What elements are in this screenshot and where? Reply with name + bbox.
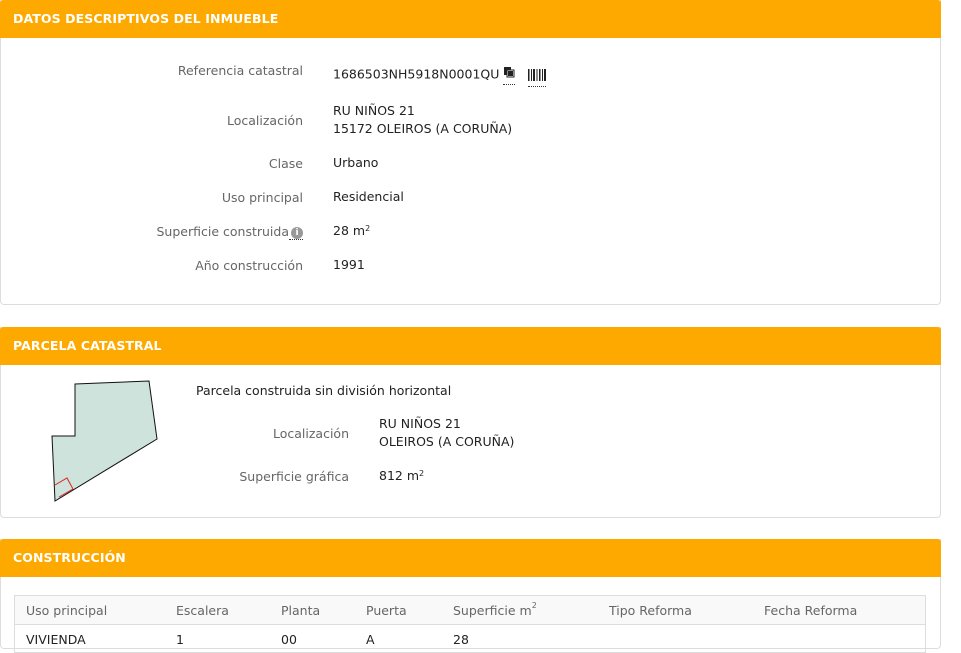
uso-value: Residencial (333, 189, 404, 204)
superficie-construida-text: Superficie construida (156, 224, 290, 239)
superficie-unit-sup: 2 (365, 224, 371, 233)
cell-tipo-reforma (598, 625, 753, 653)
barcode-icon[interactable] (528, 66, 546, 87)
parcela-localizacion-label: Localización (272, 426, 349, 441)
table-row: VIVIENDA 1 00 A 28 (15, 625, 926, 653)
col-superficie: Superficie m2 (442, 595, 598, 625)
parcel-map[interactable] (41, 377, 166, 507)
col-planta: Planta (270, 595, 355, 625)
col-fecha-reforma: Fecha Reforma (753, 595, 926, 625)
cell-fecha-reforma (753, 625, 926, 653)
superficie-grafica-sup: 2 (419, 469, 425, 478)
info-tooltip-trigger[interactable]: i (289, 224, 303, 240)
referencia-label: Referencia catastral (177, 63, 303, 78)
col-escalera: Escalera (165, 595, 270, 625)
cell-planta: 00 (281, 632, 297, 647)
parcela-localizacion-value: RU NIÑOS 21 OLEIROS (A CORUÑA) (379, 415, 514, 451)
superficie-construida-number: 28 m (333, 223, 366, 238)
superficie-grafica-number: 812 m (379, 468, 420, 483)
uso-label: Uso principal (221, 190, 303, 205)
parcela-localizacion-line1: RU NIÑOS 21 (379, 416, 461, 431)
datos-descriptivos-title: DATOS DESCRIPTIVOS DEL INMUEBLE (0, 0, 941, 38)
cell-escalera: 1 (176, 632, 184, 647)
datos-descriptivos-panel: DATOS DESCRIPTIVOS DEL INMUEBLE Referenc… (0, 0, 941, 305)
superficie-grafica-value: 812 m2 (379, 467, 424, 485)
localizacion-line1: RU NIÑOS 21 (333, 103, 415, 118)
construccion-panel: CONSTRUCCIÓN Uso principal Escalera Plan… (0, 539, 941, 653)
clase-value: Urbano (333, 155, 379, 170)
construccion-table: Uso principal Escalera Planta Puerta Sup… (14, 595, 926, 653)
parcel-shape (51, 380, 158, 502)
superficie-grafica-label: Superficie gráfica (239, 469, 349, 484)
parcela-description: Parcela construida sin división horizont… (196, 383, 452, 398)
parcela-catastral-title: PARCELA CATASTRAL (0, 327, 941, 365)
localizacion-label: Localización (226, 113, 303, 128)
referencia-text: 1686503NH5918N0001QU (333, 66, 500, 82)
col-superficie-text: Superficie m (453, 602, 532, 618)
col-tipo-reforma: Tipo Reforma (598, 595, 753, 625)
cell-puerta: A (366, 632, 375, 647)
referencia-value: 1686503NH5918N0001QU (333, 65, 516, 85)
parcela-catastral-panel: PARCELA CATASTRAL Parcela construida sin… (0, 327, 941, 518)
anio-label: Año construcción (195, 258, 303, 273)
col-superficie-sup: 2 (531, 600, 537, 610)
info-icon: i (291, 226, 303, 239)
col-uso-principal: Uso principal (14, 595, 165, 625)
parcela-localizacion-line2: OLEIROS (A CORUÑA) (379, 434, 515, 449)
copy-icon[interactable] (503, 65, 516, 85)
localizacion-line2: 15172 OLEIROS (A CORUÑA) (333, 121, 513, 136)
localizacion-value: RU NIÑOS 21 15172 OLEIROS (A CORUÑA) (333, 102, 512, 138)
anio-value: 1991 (333, 257, 365, 272)
superficie-construida-value: 28 m2 (333, 222, 370, 240)
col-puerta: Puerta (355, 595, 442, 625)
construccion-title: CONSTRUCCIÓN (0, 539, 941, 577)
table-header-row: Uso principal Escalera Planta Puerta Sup… (14, 595, 926, 625)
clase-label: Clase (268, 156, 303, 171)
superficie-construida-label: Superficie construida i (101, 224, 303, 240)
cell-superficie: 28 (453, 632, 469, 647)
cell-uso: VIVIENDA (26, 632, 86, 647)
